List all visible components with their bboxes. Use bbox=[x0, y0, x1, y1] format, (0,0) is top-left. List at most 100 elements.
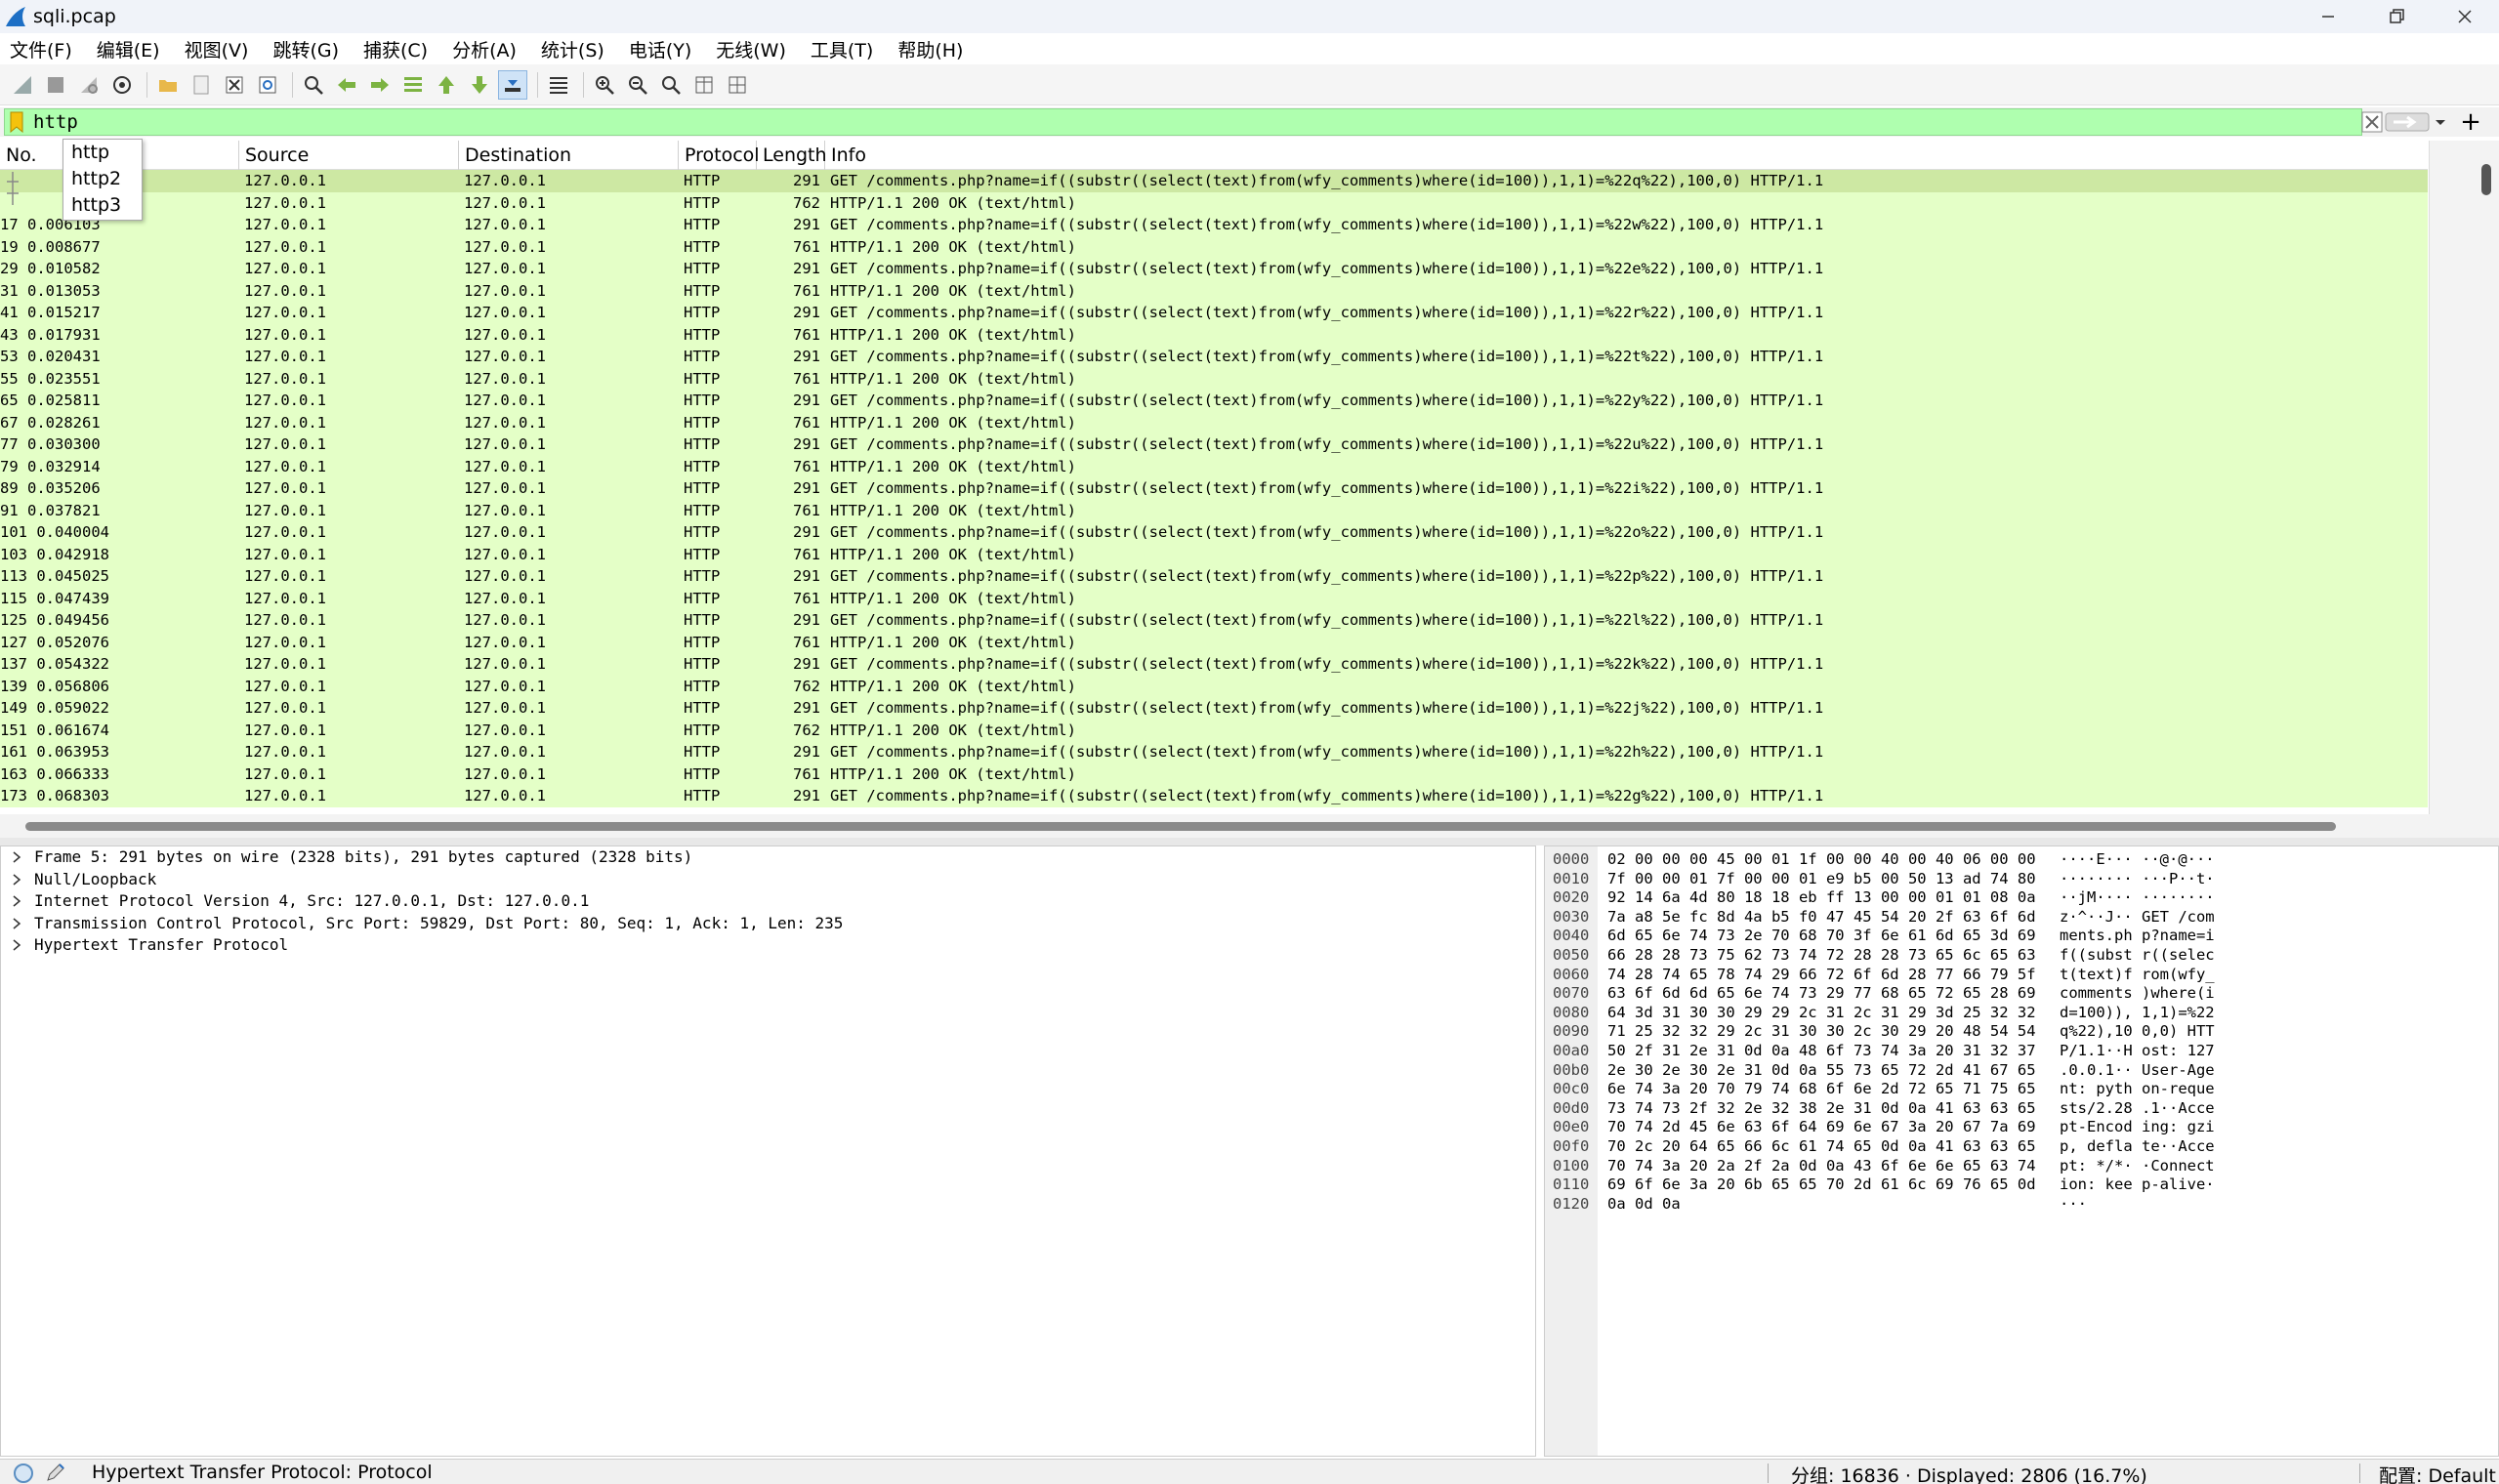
auto-scroll-button[interactable] bbox=[498, 69, 527, 100]
menu-help[interactable]: 帮助(H) bbox=[897, 36, 963, 62]
chevron-right-icon[interactable] bbox=[5, 846, 28, 868]
bytes-row[interactable]: 0100 70 74 3a 20 2a 2f 2a 0d 0a 43 6f 6e … bbox=[1545, 1157, 2498, 1176]
add-filter-button[interactable]: + bbox=[2456, 107, 2485, 137]
table-row[interactable]: 151 0.061674 127.0.0.1 127.0.0.1 HTTP 762 HTT… bbox=[0, 719, 2428, 741]
autocomplete-item-http2[interactable]: http2 bbox=[63, 166, 142, 192]
table-row[interactable]: 125 0.049456 127.0.0.1 127.0.0.1 HTTP 291 GET… bbox=[0, 609, 2428, 632]
table-row[interactable]: 101 0.040004 127.0.0.1 127.0.0.1 HTTP 291 GET… bbox=[0, 521, 2428, 544]
autocomplete-item-http[interactable]: http bbox=[63, 140, 142, 166]
colorize-button[interactable] bbox=[544, 70, 573, 100]
table-row[interactable]: 79 0.032914 127.0.0.1 127.0.0.1 HTTP 761 HTTP… bbox=[0, 455, 2428, 477]
zoom-out-button[interactable] bbox=[623, 70, 652, 100]
layout-button[interactable] bbox=[723, 70, 752, 100]
tree-item-ipv4[interactable]: Internet Protocol Version 4, Src: 127.0.… bbox=[1, 890, 1535, 913]
table-row[interactable]: 55 0.023551 127.0.0.1 127.0.0.1 HTTP 761 HTTP… bbox=[0, 367, 2428, 390]
bytes-row[interactable]: 0090 71 25 32 32 29 2c 31 30 30 2c 30 29 … bbox=[1545, 1022, 2498, 1042]
find-packet-button[interactable] bbox=[299, 70, 328, 100]
zoom-in-button[interactable] bbox=[590, 70, 619, 100]
first-packet-button[interactable] bbox=[432, 70, 461, 100]
capture-options-button[interactable] bbox=[107, 70, 137, 100]
bytes-row[interactable]: 00a0 50 2f 31 2e 31 0d 0a 48 6f 73 74 3a … bbox=[1545, 1042, 2498, 1061]
bytes-row[interactable]: 0060 74 28 74 65 78 74 29 66 72 6f 6d 28 … bbox=[1545, 966, 2498, 985]
pane-splitter[interactable] bbox=[0, 838, 2499, 845]
restore-button[interactable] bbox=[2362, 0, 2431, 33]
go-back-button[interactable] bbox=[332, 70, 361, 100]
open-file-button[interactable] bbox=[153, 70, 183, 100]
column-length[interactable]: Length bbox=[757, 141, 827, 170]
bytes-row[interactable]: 00c0 6e 74 3a 20 70 79 74 68 6f 6e 2d 72 … bbox=[1545, 1080, 2498, 1099]
display-filter-field[interactable] bbox=[4, 108, 2362, 136]
menu-edit[interactable]: 编辑(E) bbox=[97, 36, 160, 62]
packet-list-hscrollbar[interactable] bbox=[0, 814, 2499, 838]
go-forward-button[interactable] bbox=[365, 70, 395, 100]
table-row[interactable]: 099127.0.0.1127.0.0.1HTTP291GET /comment… bbox=[0, 170, 2428, 192]
expert-info-icon[interactable] bbox=[14, 1463, 33, 1483]
tree-item-null-loopback[interactable]: Null/Loopback bbox=[1, 869, 1535, 891]
chevron-right-icon[interactable] bbox=[5, 913, 28, 934]
table-row[interactable]: 163 0.066333 127.0.0.1 127.0.0.1 HTTP 761 HTT… bbox=[0, 763, 2428, 785]
table-row[interactable]: 115 0.047439 127.0.0.1 127.0.0.1 HTTP 761 HTT… bbox=[0, 587, 2428, 609]
resize-columns-button[interactable] bbox=[689, 70, 719, 100]
menu-analyze[interactable]: 分析(A) bbox=[452, 36, 517, 62]
tree-item-tcp[interactable]: Transmission Control Protocol, Src Port:… bbox=[1, 913, 1535, 935]
table-row[interactable]: 113 0.045025 127.0.0.1 127.0.0.1 HTTP 291 GET… bbox=[0, 565, 2428, 588]
table-row[interactable]: 19 0.008677 127.0.0.1 127.0.0.1 HTTP 761 HTTP… bbox=[0, 235, 2428, 258]
table-row[interactable]: 91 0.037821 127.0.0.1 127.0.0.1 HTTP 761 HTTP… bbox=[0, 499, 2428, 521]
bytes-row[interactable]: 00d0 73 74 73 2f 32 2e 32 38 2e 31 0d 0a … bbox=[1545, 1099, 2498, 1119]
table-row[interactable]: 103 0.042918 127.0.0.1 127.0.0.1 HTTP 761 HTT… bbox=[0, 543, 2428, 565]
scrollbar-thumb[interactable] bbox=[2481, 164, 2491, 195]
autocomplete-item-http3[interactable]: http3 bbox=[63, 192, 142, 219]
save-file-button[interactable] bbox=[187, 70, 216, 100]
restart-capture-button[interactable] bbox=[74, 70, 104, 100]
bytes-row[interactable]: 0080 64 3d 31 30 30 29 29 2c 31 2c 31 29 … bbox=[1545, 1004, 2498, 1023]
close-file-button[interactable] bbox=[220, 70, 249, 100]
chevron-right-icon[interactable] bbox=[5, 890, 28, 912]
table-row[interactable]: 173 0.068303 127.0.0.1 127.0.0.1 HTTP 291 GET… bbox=[0, 785, 2428, 807]
table-row[interactable]: 151127.0.0.1127.0.0.1HTTP762HTTP/1.1 200… bbox=[0, 191, 2428, 214]
stop-capture-button[interactable] bbox=[41, 70, 70, 100]
table-row[interactable]: 65 0.025811 127.0.0.1 127.0.0.1 HTTP 291 GET … bbox=[0, 390, 2428, 412]
zoom-reset-button[interactable] bbox=[656, 70, 686, 100]
edit-comment-icon[interactable] bbox=[45, 1462, 66, 1483]
table-row[interactable]: 127 0.052076 127.0.0.1 127.0.0.1 HTTP 761 HTT… bbox=[0, 631, 2428, 653]
start-capture-button[interactable] bbox=[8, 70, 37, 100]
column-protocol[interactable]: Protocol bbox=[679, 141, 760, 170]
table-row[interactable]: 17 0.006103 127.0.0.1 127.0.0.1 HTTP 291 GET … bbox=[0, 214, 2428, 236]
bytes-row[interactable]: 00f0 70 2c 20 64 65 66 6c 61 74 65 0d 0a … bbox=[1545, 1137, 2498, 1157]
menu-capture[interactable]: 捕获(C) bbox=[363, 36, 428, 62]
tree-item-frame[interactable]: Frame 5: 291 bytes on wire (2328 bits), … bbox=[1, 846, 1535, 869]
menu-telephony[interactable]: 电话(Y) bbox=[629, 36, 691, 62]
bytes-row[interactable]: 0000 02 00 00 00 45 00 01 1f 00 00 40 00 … bbox=[1545, 850, 2498, 870]
table-row[interactable]: 137 0.054322 127.0.0.1 127.0.0.1 HTTP 291 GET… bbox=[0, 653, 2428, 676]
table-row[interactable]: 67 0.028261 127.0.0.1 127.0.0.1 HTTP 761 HTTP… bbox=[0, 411, 2428, 433]
menu-go[interactable]: 跳转(G) bbox=[272, 36, 339, 62]
tree-item-http[interactable]: Hypertext Transfer Protocol bbox=[1, 934, 1535, 957]
bytes-row[interactable]: 0110 69 6f 6e 3a 20 6b 65 65 70 2d 61 6c … bbox=[1545, 1175, 2498, 1195]
chevron-right-icon[interactable] bbox=[5, 934, 28, 956]
table-row[interactable]: 53 0.020431 127.0.0.1 127.0.0.1 HTTP 291 GET … bbox=[0, 346, 2428, 368]
go-to-packet-button[interactable] bbox=[398, 70, 428, 100]
bytes-row[interactable]: 0010 7f 00 00 01 7f 00 00 01 e9 b5 00 50 … bbox=[1545, 870, 2498, 889]
menu-wireless[interactable]: 无线(W) bbox=[716, 36, 786, 62]
bytes-row[interactable]: 00e0 70 74 2d 45 6e 63 6f 64 69 6e 67 3a … bbox=[1545, 1118, 2498, 1137]
close-button[interactable] bbox=[2431, 0, 2499, 33]
bytes-row[interactable]: 0040 6d 65 6e 74 73 2e 70 68 70 3f 6e 61 … bbox=[1545, 927, 2498, 946]
bytes-row[interactable]: 0070 63 6f 6d 6d 65 6e 74 73 29 77 68 65 … bbox=[1545, 984, 2498, 1004]
bytes-row[interactable]: 0120 0a 0d 0a ··· bbox=[1545, 1195, 2498, 1215]
table-row[interactable]: 31 0.013053 127.0.0.1 127.0.0.1 HTTP 761 HTTP… bbox=[0, 279, 2428, 302]
minimize-button[interactable] bbox=[2294, 0, 2362, 33]
column-destination[interactable]: Destination bbox=[459, 141, 679, 170]
hscrollbar-thumb[interactable] bbox=[25, 822, 2336, 831]
display-filter-input[interactable] bbox=[33, 111, 2279, 133]
chevron-right-icon[interactable] bbox=[5, 869, 28, 890]
menu-file[interactable]: 文件(F) bbox=[10, 36, 72, 62]
table-row[interactable]: 139 0.056806 127.0.0.1 127.0.0.1 HTTP 762 HTT… bbox=[0, 675, 2428, 697]
column-info[interactable]: Info bbox=[825, 141, 2428, 170]
reload-file-button[interactable] bbox=[253, 70, 282, 100]
bytes-row[interactable]: 0030 7a a8 5e fc 8d 4a b5 f0 47 45 54 20 … bbox=[1545, 908, 2498, 928]
bytes-row[interactable]: 0020 92 14 6a 4d 80 18 18 eb ff 13 00 00 … bbox=[1545, 888, 2498, 908]
profile-selector[interactable]: 配置: Default bbox=[2379, 1462, 2496, 1484]
packet-list-scrollbar[interactable] bbox=[2429, 141, 2499, 814]
table-row[interactable]: 161 0.063953 127.0.0.1 127.0.0.1 HTTP 291 GET… bbox=[0, 741, 2428, 763]
table-row[interactable]: 77 0.030300 127.0.0.1 127.0.0.1 HTTP 291 GET … bbox=[0, 433, 2428, 456]
